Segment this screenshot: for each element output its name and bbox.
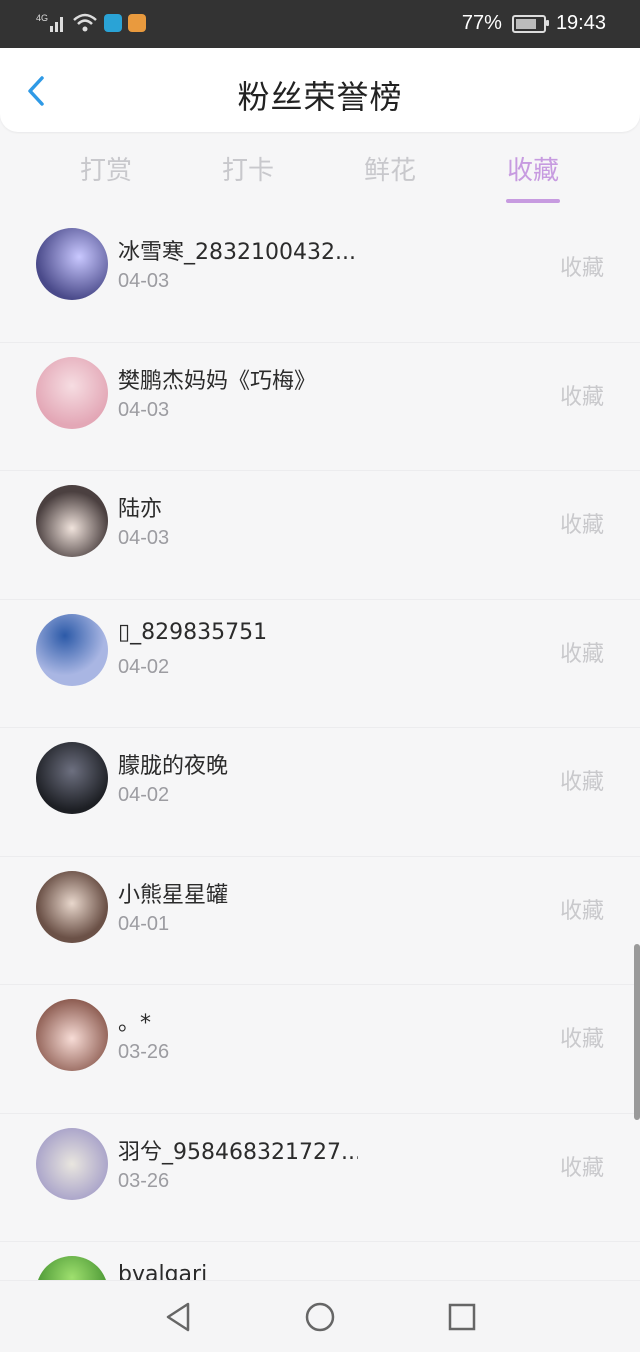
favorite-action[interactable]: 收藏 bbox=[560, 1021, 604, 1053]
fan-name: 朦胧的夜晚 bbox=[118, 754, 229, 779]
status-bar: 4G 77% 19:43 bbox=[0, 0, 640, 48]
list-item[interactable]: 冰雪寒_2832100432... 04-03 收藏 bbox=[0, 214, 640, 343]
fan-date: 04-03 bbox=[118, 527, 170, 549]
list-item[interactable]: 羽兮_958468321727... 03-26 收藏 bbox=[0, 1114, 640, 1242]
avatar bbox=[36, 1256, 108, 1280]
fan-name: 羽兮_958468321727... bbox=[118, 1139, 358, 1165]
active-tab-indicator bbox=[506, 199, 560, 203]
scrollbar[interactable] bbox=[634, 944, 640, 1120]
fan-date: 03-26 bbox=[118, 1041, 170, 1063]
tab-checkin[interactable]: 打卡 bbox=[188, 150, 308, 187]
fan-name: 小熊星星罐 bbox=[118, 882, 229, 908]
favorite-action[interactable]: 收藏 bbox=[560, 379, 604, 411]
fan-date: 04-01 bbox=[118, 912, 170, 935]
avatar bbox=[36, 356, 108, 429]
fan-date: 03-26 bbox=[118, 1169, 170, 1192]
shield-app-icon bbox=[104, 14, 122, 32]
fan-name: bvalgari bbox=[118, 1262, 208, 1280]
list-item[interactable]: 陆亦 04-03 收藏 bbox=[0, 471, 640, 600]
fan-date: 04-02 bbox=[118, 655, 170, 678]
tab-flowers[interactable]: 鲜花 bbox=[330, 150, 450, 187]
list-item[interactable]: 朦胧的夜晚 04-02 收藏 bbox=[0, 728, 640, 857]
triangle-back-icon[interactable] bbox=[160, 1299, 196, 1335]
avatar bbox=[36, 999, 108, 1071]
favorite-action[interactable]: 收藏 bbox=[560, 1150, 604, 1182]
fan-name: ▯_829835751 bbox=[118, 619, 268, 645]
fan-date: 04-02 bbox=[118, 784, 170, 806]
avatar bbox=[36, 870, 108, 943]
signal-icon: 4G bbox=[36, 13, 63, 32]
list-item[interactable]: bvalgari 收藏 bbox=[0, 1242, 640, 1280]
avatar bbox=[36, 613, 108, 686]
circle-home-icon[interactable] bbox=[302, 1299, 338, 1335]
favorite-action[interactable]: 收藏 bbox=[560, 250, 604, 282]
fan-name: 。* bbox=[118, 1011, 152, 1036]
network-type: 4G bbox=[36, 13, 48, 23]
top-app-bar: 粉丝荣誉榜 bbox=[0, 48, 640, 132]
favorite-action[interactable]: 收藏 bbox=[560, 764, 604, 796]
favorite-action[interactable]: 收藏 bbox=[560, 507, 604, 539]
avatar bbox=[36, 1127, 108, 1200]
clock: 19:43 bbox=[555, 12, 606, 34]
list-item[interactable]: 小熊星星罐 04-01 收藏 bbox=[0, 857, 640, 985]
favorite-action[interactable]: 收藏 bbox=[560, 636, 604, 668]
tab-reward[interactable]: 打赏 bbox=[46, 150, 166, 187]
fan-date: 04-03 bbox=[118, 398, 170, 421]
avatar bbox=[36, 485, 108, 557]
package-app-icon bbox=[128, 14, 146, 32]
square-recents-icon[interactable] bbox=[444, 1299, 480, 1335]
battery-percent: 77% bbox=[461, 12, 502, 34]
fan-name: 冰雪寒_2832100432... bbox=[118, 240, 356, 265]
tab-favorites[interactable]: 收藏 bbox=[473, 150, 593, 187]
status-left: 4G bbox=[36, 12, 146, 34]
system-nav-bar bbox=[0, 1280, 640, 1352]
fan-name: 陆亦 bbox=[118, 497, 163, 522]
wifi-icon bbox=[73, 13, 97, 32]
list-item[interactable]: 樊鹏杰妈妈《巧梅》 04-03 收藏 bbox=[0, 343, 640, 471]
status-right: 77% 19:43 bbox=[462, 12, 606, 35]
avatar bbox=[36, 742, 108, 814]
page-title: 粉丝荣誉榜 bbox=[237, 78, 403, 116]
tab-bar: 打赏 打卡 鲜花 收藏 bbox=[0, 140, 640, 210]
battery-icon bbox=[511, 14, 549, 33]
fan-list: 冰雪寒_2832100432... 04-03 收藏 樊鹏杰妈妈《巧梅》 04-… bbox=[0, 214, 640, 1280]
favorite-action[interactable]: 收藏 bbox=[560, 893, 604, 925]
avatar bbox=[36, 228, 108, 300]
fan-date: 04-03 bbox=[118, 270, 170, 292]
list-item[interactable]: ▯_829835751 04-02 收藏 bbox=[0, 600, 640, 728]
fan-name: 樊鹏杰妈妈《巧梅》 bbox=[118, 368, 317, 394]
list-item[interactable]: 。* 03-26 收藏 bbox=[0, 985, 640, 1114]
